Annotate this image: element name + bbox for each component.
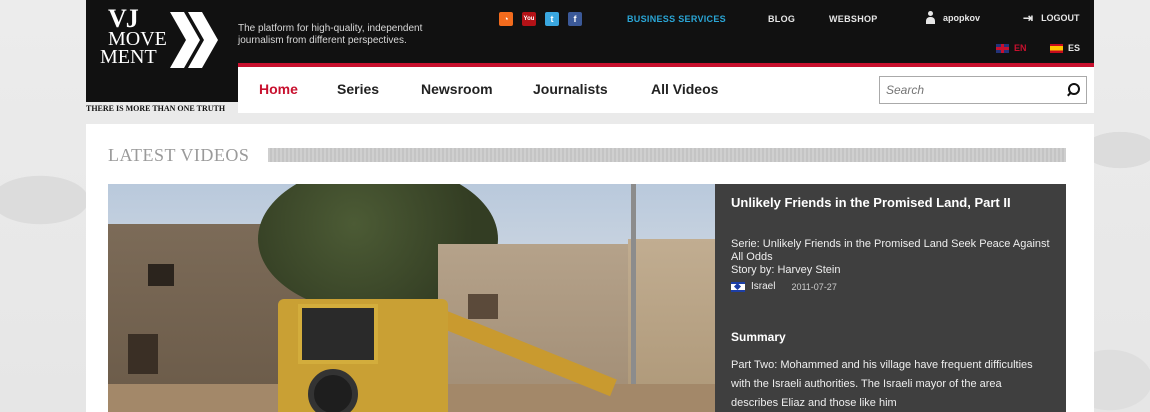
nav-newsroom[interactable]: Newsroom [421,81,493,97]
nav-journalists[interactable]: Journalists [533,81,608,97]
twitter-icon[interactable]: t [545,12,559,26]
platform-description: The platform for high-quality, independe… [238,23,423,46]
video-info-panel: Unlikely Friends in the Promised Land, P… [715,184,1066,412]
logo-tagline: THERE IS MORE THAN ONE TRUTH [86,104,226,113]
scene-pole [631,184,636,412]
logo-text-ment: MENT [100,46,157,68]
logout-button[interactable]: ⇥ LOGOUT [1023,11,1080,25]
video-date: 2011-07-27 [791,281,837,292]
language-en[interactable]: EN [996,43,1027,53]
logo-text-vj: VJ [108,4,139,33]
logout-label: LOGOUT [1041,13,1080,23]
nav-all-videos[interactable]: All Videos [651,81,718,97]
user-account[interactable]: apopkov [926,11,980,25]
video-thumbnail[interactable] [108,184,715,412]
summary-text: Part Two: Mohammed and his village have … [731,359,1033,409]
language-es-label: ES [1068,43,1081,53]
nav-series[interactable]: Series [337,81,379,97]
spain-flag-icon [1050,43,1063,53]
video-country: Israel 2011-07-27 [731,281,837,292]
latest-videos-heading: LATEST VIDEOS [108,145,250,165]
video-serie[interactable]: Serie: Unlikely Friends in the Promised … [731,238,1051,264]
nav-home[interactable]: Home [259,81,298,97]
business-services-link[interactable]: BUSINESS SERVICES [627,14,726,24]
summary-heading: Summary [731,330,786,344]
scene-wheel [308,369,358,412]
video-title[interactable]: Unlikely Friends in the Promised Land, P… [731,195,1051,211]
rss-icon[interactable]: ◔ [499,12,513,26]
facebook-icon[interactable]: f [568,12,582,26]
logout-icon: ⇥ [1023,11,1034,25]
video-country-label[interactable]: Israel [751,281,775,292]
scene-doorway [128,334,158,374]
heading-divider [268,148,1066,162]
search-input[interactable] [886,77,1056,103]
search-box [879,76,1087,104]
scene-excavator-cab [298,304,378,364]
user-icon [926,11,935,25]
language-en-label: EN [1014,43,1027,53]
logo-chevrons-icon [170,12,218,68]
scene-window [148,264,174,286]
video-story-by: Story by: Harvey Stein [731,264,841,276]
webshop-link[interactable]: WEBSHOP [829,14,878,24]
scene-window [468,294,498,319]
israel-flag-icon [731,281,745,292]
search-icon[interactable] [1067,82,1080,96]
language-es[interactable]: ES [1050,43,1080,53]
youtube-icon[interactable]: You [522,12,536,26]
logo[interactable]: VJ MOVE MENT [86,0,238,102]
uk-flag-icon [996,43,1009,53]
blog-link[interactable]: BLOG [768,14,795,24]
username: apopkov [943,13,981,23]
social-links: ◔ You t f [499,12,582,26]
